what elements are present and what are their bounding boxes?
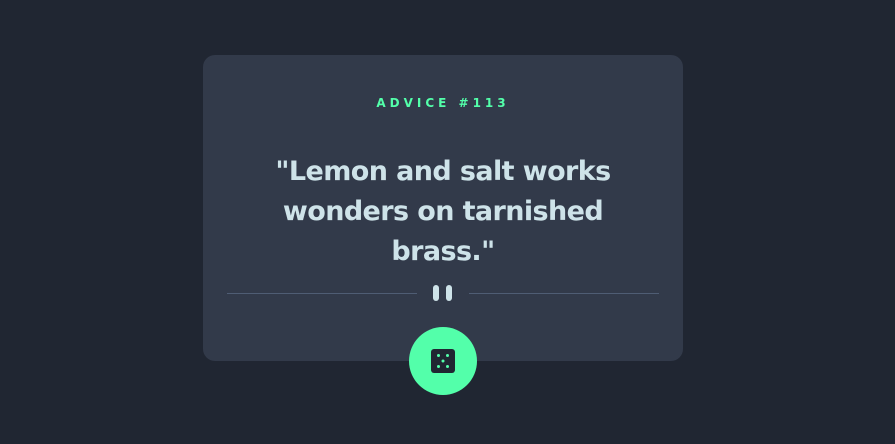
dice-icon	[431, 349, 455, 373]
pause-icon	[433, 285, 453, 301]
advice-id-label: ADVICE #113	[376, 96, 510, 110]
pattern-divider	[227, 285, 659, 301]
divider-line-right	[469, 292, 659, 294]
new-advice-button[interactable]	[409, 327, 477, 395]
advice-quote: "Lemon and salt works wonders on tarnish…	[275, 156, 611, 267]
advice-card: ADVICE #113 "Lemon and salt works wonder…	[203, 55, 683, 361]
divider-line-left	[227, 292, 417, 294]
